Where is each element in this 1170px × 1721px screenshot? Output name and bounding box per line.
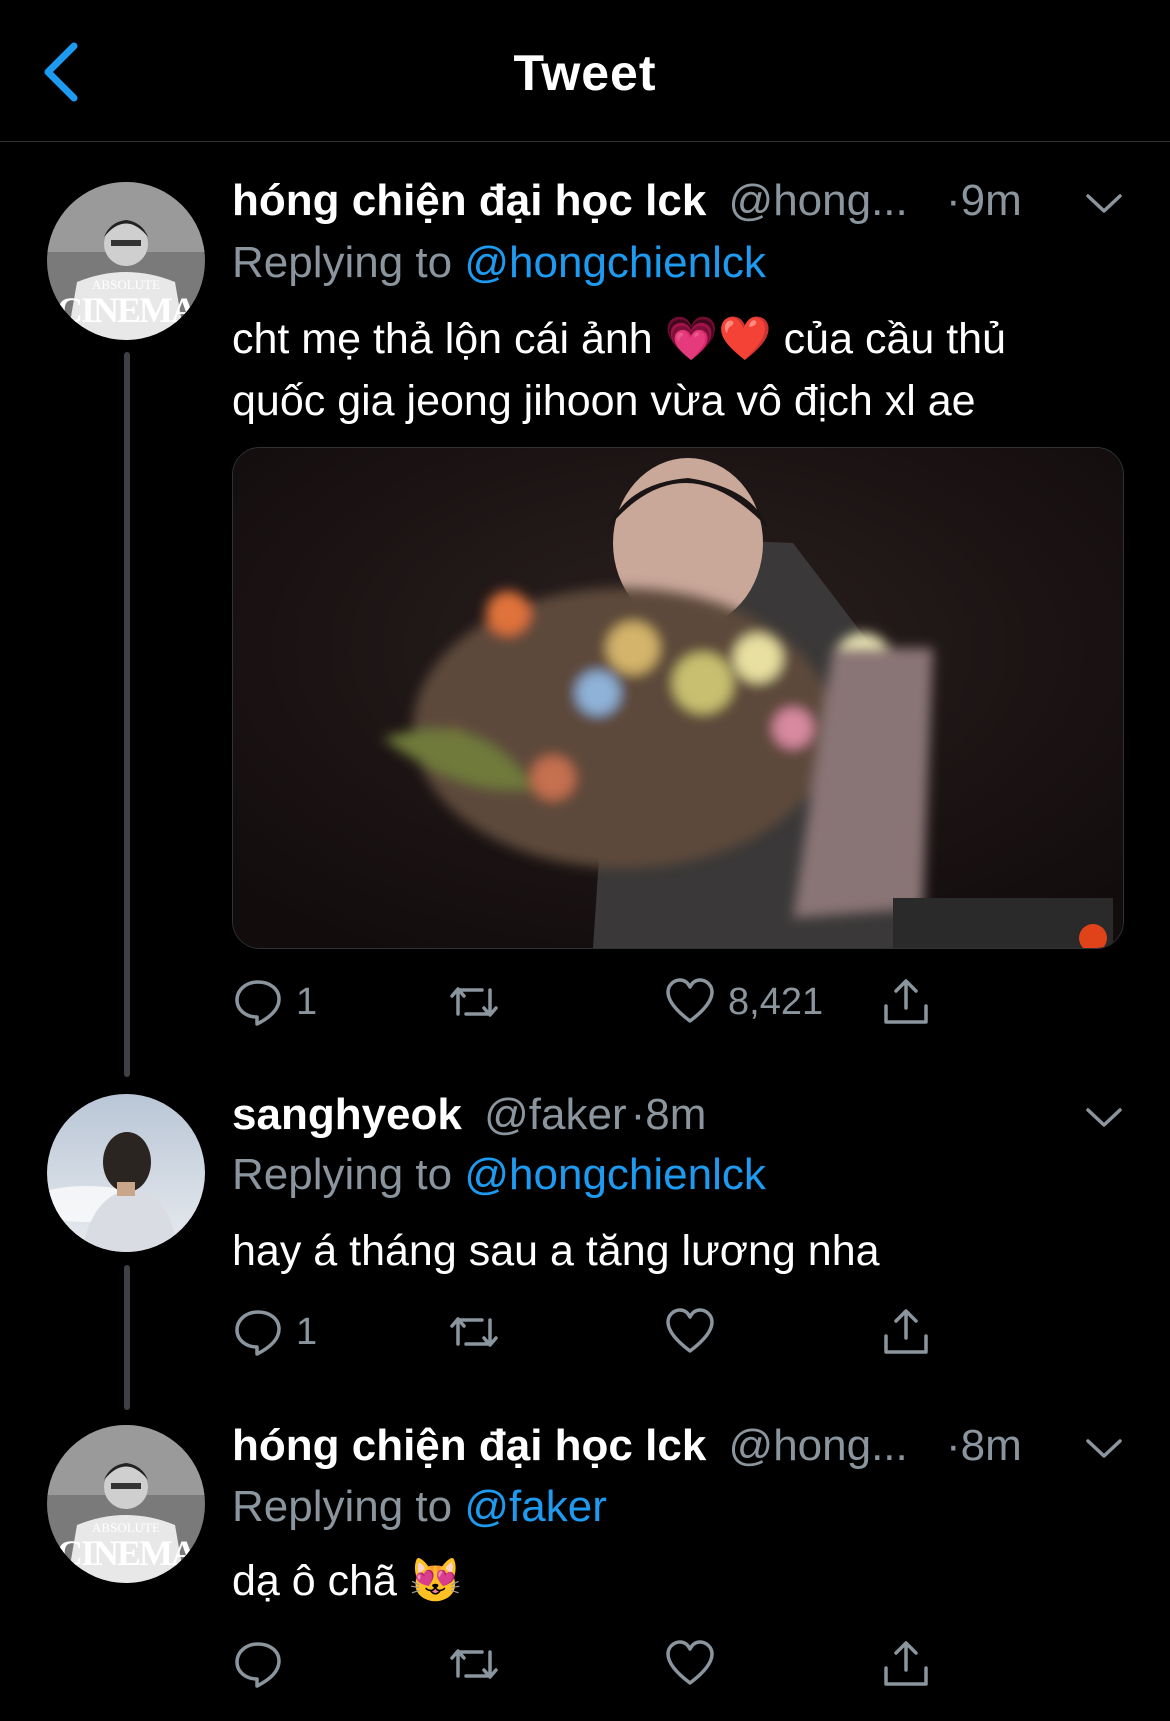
replying-to-link[interactable]: @hongchienlck bbox=[464, 238, 766, 287]
like-button[interactable] bbox=[664, 1634, 716, 1694]
tweet-text: hay á tháng sau a tăng lương nha bbox=[232, 1227, 880, 1275]
retweet-button[interactable] bbox=[448, 972, 500, 1032]
share-button[interactable] bbox=[880, 972, 932, 1032]
tweet-photo[interactable] bbox=[232, 447, 1124, 949]
handle[interactable]: @hong... bbox=[729, 176, 908, 225]
like-button[interactable] bbox=[664, 1302, 716, 1362]
page-title: Tweet bbox=[513, 45, 657, 101]
display-name[interactable]: hóng chiện đại học lck bbox=[232, 1421, 706, 1470]
retweet-button[interactable] bbox=[448, 1634, 500, 1694]
retweet-icon bbox=[450, 987, 498, 1017]
retweet-button[interactable] bbox=[448, 1302, 500, 1362]
reply-button[interactable]: 1 bbox=[232, 1302, 317, 1362]
tweet-text: dạ ô chã 😻 bbox=[232, 1557, 463, 1605]
replying-to-link[interactable]: @hongchienlck bbox=[464, 1150, 766, 1199]
reply-button[interactable]: 1 bbox=[232, 972, 317, 1032]
more-chevron-down-icon[interactable] bbox=[1085, 1437, 1123, 1461]
timestamp: ·8m bbox=[946, 1421, 1022, 1470]
reply-count: 1 bbox=[296, 1310, 318, 1353]
replying-to: Replying to @hongchienlck bbox=[232, 1150, 766, 1199]
tweet-header: sanghyeok @faker·8m bbox=[232, 1090, 706, 1140]
replying-to: Replying to @hongchienlck bbox=[232, 238, 766, 287]
more-chevron-down-icon[interactable] bbox=[1085, 192, 1123, 216]
tweet-header: hóng chiện đại học lck @hong... ·8m bbox=[232, 1421, 1022, 1471]
replying-to: Replying to @faker bbox=[232, 1482, 607, 1531]
thread-connector bbox=[124, 1265, 130, 1410]
comment-icon bbox=[235, 1310, 281, 1356]
like-count: 8,421 bbox=[728, 980, 824, 1023]
tweet-actions bbox=[232, 1634, 952, 1694]
comment-icon bbox=[235, 980, 281, 1026]
tweet-actions: 1 bbox=[232, 1302, 952, 1362]
thread-connector bbox=[124, 352, 130, 1077]
avatar[interactable]: ABSOLUTE CINEMA bbox=[47, 182, 205, 340]
retweet-icon bbox=[450, 1649, 498, 1679]
share-icon bbox=[884, 1309, 928, 1354]
avatar-caption: ABSOLUTE CINEMA bbox=[57, 1520, 197, 1573]
heart-icon bbox=[666, 1640, 714, 1685]
heart-icon bbox=[666, 1308, 714, 1353]
timestamp: ·8m bbox=[630, 1090, 707, 1139]
top-bar: Tweet bbox=[0, 0, 1170, 142]
tweet-actions: 1 8,421 bbox=[232, 972, 952, 1032]
avatar[interactable]: ABSOLUTE CINEMA bbox=[47, 1425, 205, 1583]
heart-icon bbox=[666, 978, 714, 1023]
tweet-text: cht mẹ thả lộn cái ảnh 💗❤️ của cầu thủ q… bbox=[232, 315, 1006, 425]
more-chevron-down-icon[interactable] bbox=[1085, 1106, 1123, 1130]
avatar-caption: ABSOLUTE CINEMA bbox=[57, 277, 197, 330]
display-name[interactable]: hóng chiện đại học lck bbox=[232, 176, 706, 225]
share-icon bbox=[884, 979, 928, 1024]
reply-button[interactable] bbox=[232, 1634, 284, 1694]
retweet-icon bbox=[450, 1317, 498, 1347]
handle[interactable]: @hong... bbox=[729, 1421, 908, 1470]
avatar[interactable] bbox=[47, 1094, 205, 1252]
handle[interactable]: @faker bbox=[484, 1090, 626, 1139]
tweet-header: hóng chiện đại học lck @hong... ·9m bbox=[232, 176, 1022, 226]
share-icon bbox=[884, 1641, 928, 1686]
like-button[interactable]: 8,421 bbox=[664, 972, 823, 1032]
share-button[interactable] bbox=[880, 1302, 932, 1362]
comment-icon bbox=[235, 1642, 281, 1688]
replying-to-link[interactable]: @faker bbox=[464, 1482, 606, 1531]
share-button[interactable] bbox=[880, 1634, 932, 1694]
timestamp: ·9m bbox=[946, 176, 1022, 225]
reply-count: 1 bbox=[296, 980, 318, 1023]
display-name[interactable]: sanghyeok bbox=[232, 1090, 462, 1139]
